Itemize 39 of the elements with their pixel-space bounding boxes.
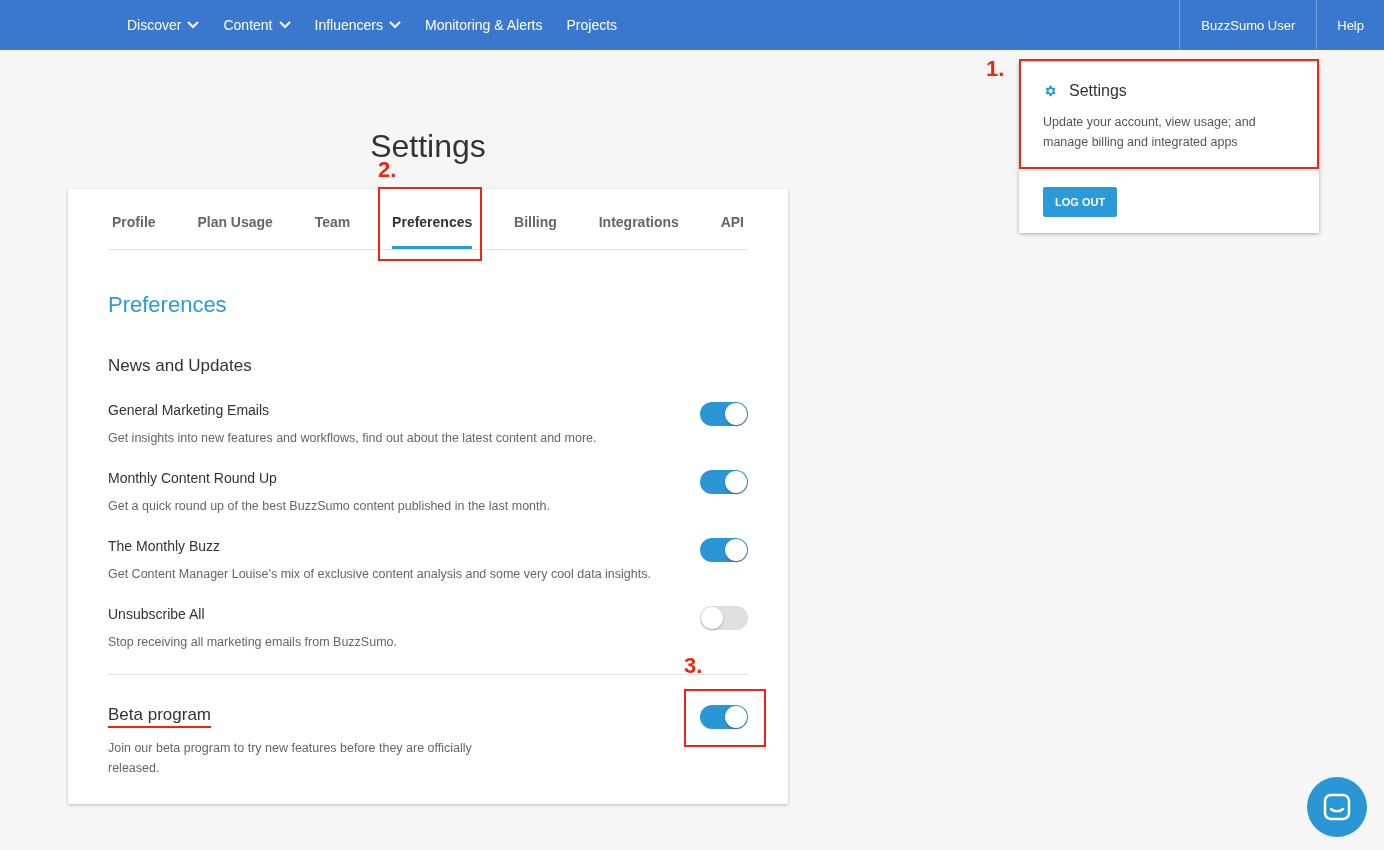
toggle-switch[interactable] xyxy=(700,606,748,630)
toggle-switch[interactable] xyxy=(700,705,748,729)
nav-link[interactable]: Monitoring & Alerts xyxy=(425,17,543,33)
preference-description: Stop receiving all marketing emails from BuzzSumo. xyxy=(108,634,397,651)
nav-link[interactable]: Content xyxy=(223,17,291,33)
help-link[interactable]: Help xyxy=(1316,0,1384,50)
toggle-switch[interactable] xyxy=(700,538,748,562)
nav-link[interactable]: Influencers xyxy=(314,17,401,33)
preference-description: Get a quick round up of the best BuzzSumo content published in the last month. xyxy=(108,498,550,515)
toggle-switch[interactable] xyxy=(700,402,748,426)
tab[interactable]: API xyxy=(720,189,744,249)
annotation-number: 3. xyxy=(684,653,703,679)
tab[interactable]: Team xyxy=(314,189,351,249)
section-heading: Preferences xyxy=(108,292,228,318)
tab[interactable]: Plan Usage xyxy=(197,189,273,249)
beta-program-title: Beta program xyxy=(108,705,211,728)
preference-title: Monthly Content Round Up xyxy=(108,470,278,486)
preference-title: The Monthly Buzz xyxy=(108,538,222,554)
group-heading: News and Updates xyxy=(108,356,253,376)
preference-description: Get insights into new features and workflows, find out about the latest content and more. xyxy=(108,430,597,447)
log-out-button[interactable]: LOG OUT xyxy=(1043,187,1118,217)
beta-program-description: Join our beta program to try new features before they are officially released. xyxy=(108,740,473,777)
menu-title[interactable]: Settings xyxy=(1069,82,1127,100)
tab[interactable]: Billing xyxy=(514,189,557,249)
chat-icon xyxy=(1322,792,1352,822)
preference-title: General Marketing Emails xyxy=(108,402,271,418)
nav-link[interactable]: Projects xyxy=(566,17,618,33)
tab[interactable]: Profile xyxy=(112,189,156,249)
user-menu-link[interactable]: BuzzSumo User xyxy=(1179,0,1317,50)
preference-title: Unsubscribe All xyxy=(108,606,206,622)
tab[interactable]: Preferences xyxy=(392,189,473,249)
toggle-switch[interactable] xyxy=(700,470,748,494)
chat-button[interactable] xyxy=(1307,777,1367,837)
tab[interactable]: Integrations xyxy=(598,189,679,249)
menu-description: Update your account, view usage; and manage billing and integrated apps xyxy=(1043,114,1257,151)
gear-icon xyxy=(1043,84,1057,98)
nav-link[interactable]: Discover xyxy=(127,17,200,33)
annotation-number: 1. xyxy=(986,56,1005,82)
preference-description: Get Content Manager Louise's mix of exclusive content analysis and some very cool data insights. xyxy=(108,566,651,583)
